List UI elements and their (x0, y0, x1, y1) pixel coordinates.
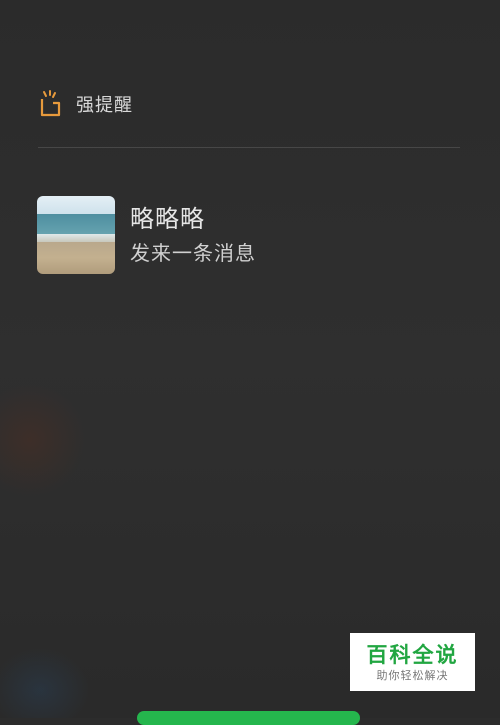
watermark-sub-text: 助你轻松解决 (376, 669, 449, 682)
divider (38, 147, 460, 148)
watermark-logo: 百科全说 助你轻松解决 (350, 633, 475, 691)
message-notification[interactable]: 略略略 发来一条消息 (37, 196, 256, 274)
bottom-action-button[interactable] (137, 711, 360, 725)
bell-icon (40, 90, 61, 117)
watermark-main-text: 百科全说 (366, 643, 459, 667)
message-preview: 发来一条消息 (130, 241, 256, 265)
beach-avatar (37, 196, 115, 274)
header-title: 强提醒 (76, 95, 133, 116)
notification-header: 强提醒 (38, 88, 133, 120)
sender-name: 略略略 (130, 205, 205, 233)
